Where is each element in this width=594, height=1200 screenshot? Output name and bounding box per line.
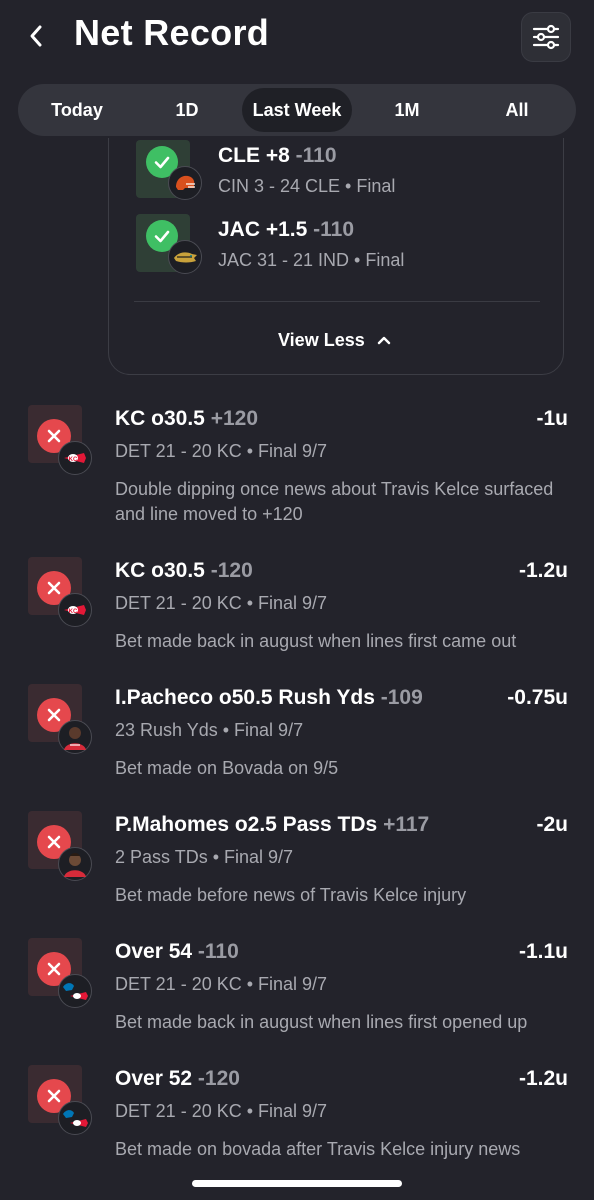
page-title: Net Record [74,12,270,53]
back-button[interactable] [18,18,54,54]
game-result: 2 Pass TDs • Final 9/7 [115,847,294,867]
player-headshot-icon [58,720,92,754]
header: Net Record [0,0,594,80]
filter-button[interactable] [521,12,571,62]
segment-1d[interactable]: 1D [132,88,242,132]
bet-title: Over 52 -120 [115,1067,240,1090]
chevron-up-icon [377,336,390,345]
bet-row[interactable]: Over 52 -120 -1.2u DET 21 - 20 KC • Fina… [0,1065,594,1185]
segment-1m[interactable]: 1M [352,88,462,132]
units-result: -0.75u [507,686,568,709]
divider [134,301,540,302]
lions-chiefs-logo-icon [58,974,92,1008]
pick-title: JAC +1.5 -110 [218,218,355,241]
game-result: JAC 31 - 21 IND • Final [218,250,405,270]
bet-note: Bet made before news of Travis Kelce inj… [115,885,467,905]
bet-note: Bet made back in august when lines first… [115,631,517,651]
bet-title: KC o30.5 -120 [115,559,253,582]
home-indicator[interactable] [192,1180,402,1187]
chiefs-logo-icon: KC [58,593,92,627]
chiefs-logo-icon: KC [58,441,92,475]
net-record-screen: Net Record CLE +8 -110 CIN 3 - 24 CLE • … [0,0,594,1200]
pick-title: CLE +8 -110 [218,144,337,167]
jaguars-logo-icon [168,240,202,274]
svg-text:KC: KC [69,609,78,615]
game-result: DET 21 - 20 KC • Final 9/7 [115,593,328,613]
card-row: JAC +1.5 -110 JAC 31 - 21 IND • Final [136,214,556,278]
bet-note: Bet made back in august when lines first… [115,1012,528,1032]
bet-title: Over 54 -110 [115,940,239,963]
time-range-segments: Today 1D Last Week 1M All [18,84,576,136]
segment-last-week[interactable]: Last Week [242,88,352,132]
bet-row[interactable]: I.Pacheco o50.5 Rush Yds -109 -0.75u 23 … [0,684,594,804]
lions-chiefs-logo-icon [58,1101,92,1135]
bet-row[interactable]: P.Mahomes o2.5 Pass TDs +117 -2u 2 Pass … [0,811,594,931]
units-result: -1u [536,407,569,430]
game-result: DET 21 - 20 KC • Final 9/7 [115,441,328,461]
svg-text:KC: KC [69,457,78,463]
bet-title: KC o30.5 +120 [115,407,259,430]
units-result: -2u [536,813,569,836]
units-result: -1.2u [518,1067,568,1090]
units-result: -1.1u [518,940,568,963]
segment-today[interactable]: Today [22,88,132,132]
bet-row[interactable]: Over 54 -110 -1.1u DET 21 - 20 KC • Fina… [0,938,594,1058]
browns-helmet-icon [168,166,202,200]
chevron-left-icon [30,25,42,47]
units-result: -1.2u [518,559,568,582]
player-headshot-icon [58,847,92,881]
bet-title: I.Pacheco o50.5 Rush Yds -109 [115,686,423,709]
bet-title: P.Mahomes o2.5 Pass TDs +117 [115,813,430,836]
game-result: DET 21 - 20 KC • Final 9/7 [115,974,328,994]
segment-all[interactable]: All [462,88,572,132]
view-less-label: View Less [278,329,365,350]
view-less-button[interactable]: View Less [278,328,391,352]
bet-row[interactable]: KC KC o30.5 -120 -1.2u DET 21 - 20 KC • … [0,557,594,677]
bet-note: Double dipping once news about Travis Ke… [115,479,554,524]
card-row: CLE +8 -110 CIN 3 - 24 CLE • Final [136,140,556,204]
sliders-icon [532,24,560,50]
game-result: DET 21 - 20 KC • Final 9/7 [115,1101,328,1121]
bet-note: Bet made on Bovada on 9/5 [115,758,339,778]
game-result: CIN 3 - 24 CLE • Final [218,176,396,196]
game-result: 23 Rush Yds • Final 9/7 [115,720,304,740]
bet-row[interactable]: KC KC o30.5 +120 -1u DET 21 - 20 KC • Fi… [0,405,594,525]
bet-note: Bet made on bovada after Travis Kelce in… [115,1139,521,1159]
